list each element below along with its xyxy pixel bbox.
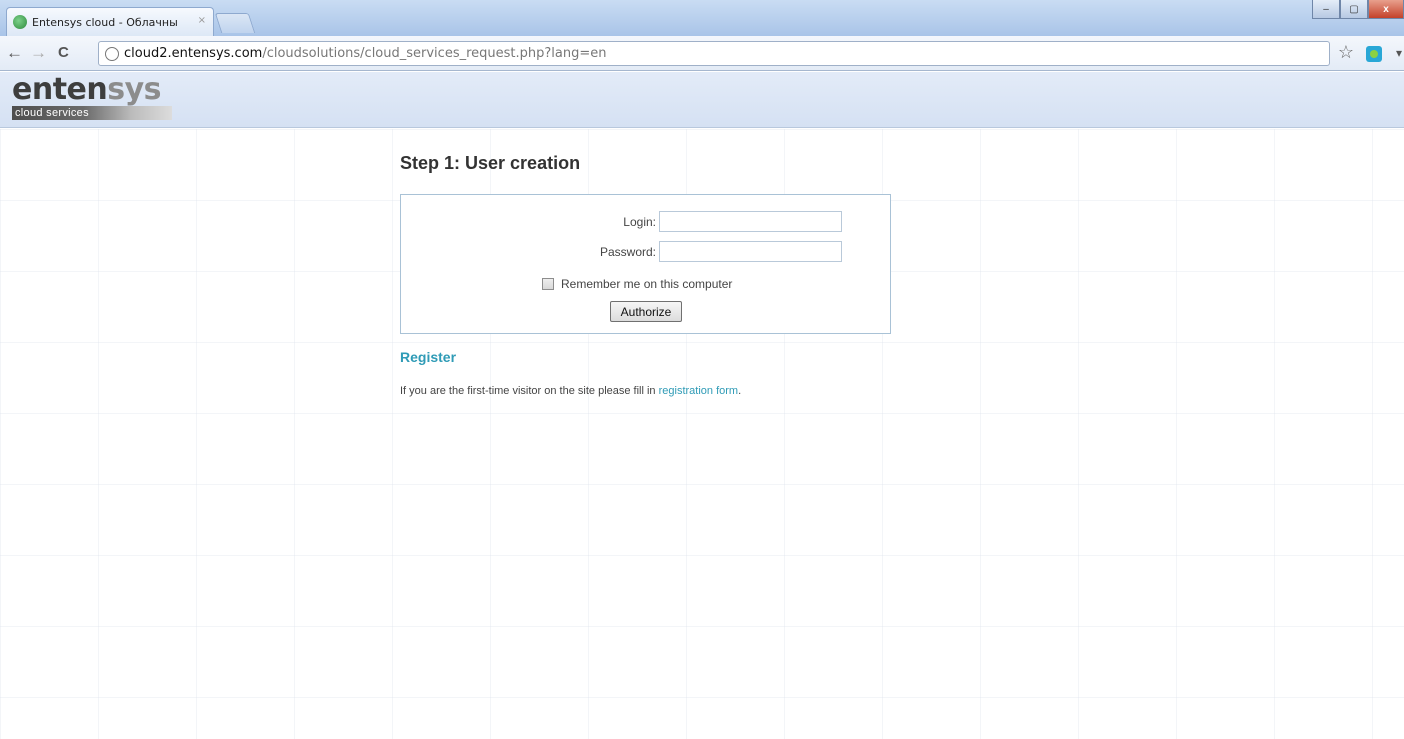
login-row: Login: [401,211,892,233]
reload-icon[interactable]: C [58,44,69,62]
login-label: Login: [623,215,656,229]
login-form: Login: Password: Remember me on this com… [400,194,891,334]
forward-icon[interactable]: → [30,44,47,62]
tab-title: Entensys cloud - Облачны [32,15,178,29]
page-icon [105,46,119,61]
password-label: Password: [599,245,656,259]
address-bar[interactable]: cloud2.entensys.com/cloudsolutions/cloud… [98,41,1330,66]
tab-strip: Entensys cloud - Облачны × – ▢ x [0,0,1404,36]
password-row: Password: [401,241,892,263]
maximize-button[interactable]: ▢ [1340,0,1368,19]
browser-toolbar: ← → C cloud2.entensys.com/cloudsolutions… [0,36,1404,71]
extension-icon[interactable] [1366,46,1382,62]
remember-row: Remember me on this computer [542,277,732,291]
new-tab-button[interactable] [214,13,256,33]
remember-checkbox[interactable] [542,278,554,290]
url-host: cloud2.entensys.com [124,46,263,61]
logo-wordmark: entensys [12,72,162,107]
site-logo[interactable]: entensys cloud services [12,74,172,120]
authorize-button[interactable]: Authorize [610,301,682,322]
url-path: /cloudsolutions/cloud_services_request.p… [262,46,607,61]
browser-tab[interactable]: Entensys cloud - Облачны × [6,7,214,36]
register-heading: Register [400,349,457,365]
remember-label[interactable]: Remember me on this computer [561,277,732,291]
back-icon[interactable]: ← [6,44,23,62]
close-window-button[interactable]: x [1368,0,1404,19]
star-icon[interactable]: ☆ [1338,42,1354,63]
registration-form-link[interactable]: registration form [659,385,738,397]
login-input[interactable] [659,211,842,232]
page-content: Step 1: User creation Login: Password: R… [0,129,1404,739]
tab-close-icon[interactable]: × [198,15,206,26]
logo-tagline: cloud services [12,106,172,120]
minimize-button[interactable]: – [1312,0,1340,19]
favicon-icon [13,15,27,29]
page-title: Step 1: User creation [400,153,581,173]
register-info-text: If you are the first-time visitor on the… [400,385,742,397]
wrench-icon[interactable]: ▾ [1396,46,1402,60]
password-input[interactable] [659,241,842,262]
window-controls: – ▢ x [1312,0,1404,22]
site-header: entensys cloud services [0,72,1404,128]
